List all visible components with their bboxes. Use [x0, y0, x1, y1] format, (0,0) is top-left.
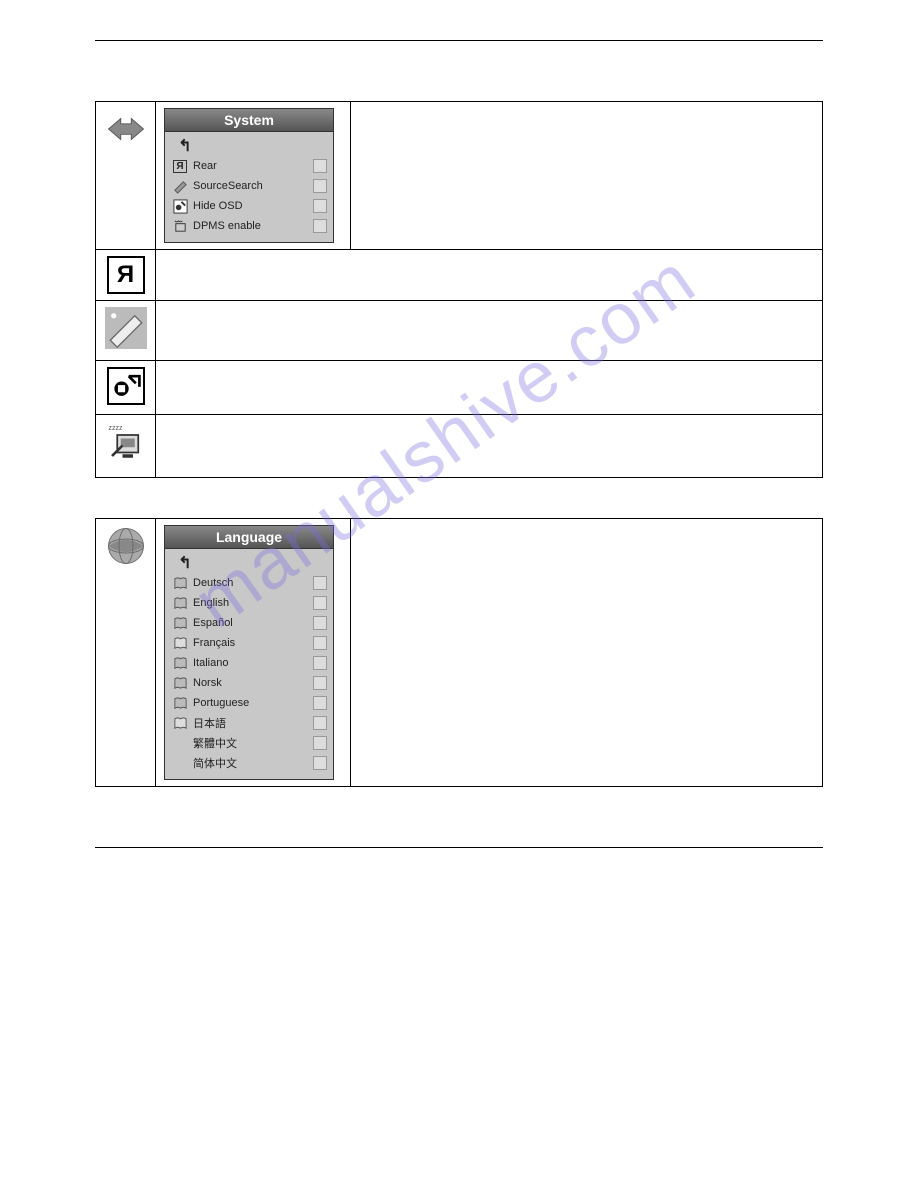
- dpms-icon-large: zzzz: [105, 450, 147, 467]
- rear-icon: Я: [171, 160, 189, 173]
- language-menu-table: Language ↰ Deutsch English Español Franç…: [95, 518, 823, 787]
- dpms-desc: DPMS enable: This turns on the Display P…: [156, 415, 823, 478]
- dpms-icon: [171, 219, 189, 234]
- language-osd-panel: Language ↰ Deutsch English Español Franç…: [164, 525, 334, 780]
- header-section: Using the On-Screen Menus: [697, 13, 823, 24]
- lang-item-english[interactable]: English: [171, 593, 327, 613]
- sourcesearch-checkbox[interactable]: [313, 179, 327, 193]
- back-arrow-icon: ↰: [171, 136, 189, 156]
- book-icon: [171, 656, 189, 671]
- sourcesearch-icon-cell: [96, 301, 156, 361]
- system-desc: This menu is for several system-related …: [351, 102, 823, 250]
- language-panel-title: Language: [165, 526, 333, 549]
- lang-item-deutsch[interactable]: Deutsch: [171, 573, 327, 593]
- system-item-dpms[interactable]: DPMS enable: [171, 216, 327, 236]
- lang-item-tchinese[interactable]: 繁體中文: [171, 733, 327, 753]
- svg-text:zzzz: zzzz: [108, 425, 123, 432]
- language-desc: Language menu: Navigate to the language …: [351, 519, 823, 787]
- telescope-icon: [171, 179, 189, 194]
- system-panel-title: System: [165, 109, 333, 132]
- hideosd-checkbox[interactable]: [313, 199, 327, 213]
- language-panel-cell: Language ↰ Deutsch English Español Franç…: [156, 519, 351, 787]
- lang-back-row[interactable]: ↰: [171, 553, 327, 573]
- book-icon: [171, 616, 189, 631]
- lang-item-schinese[interactable]: 简体中文: [171, 753, 327, 773]
- dpms-icon-cell: zzzz: [96, 415, 156, 478]
- book-icon: [171, 576, 189, 591]
- hideosd-icon-cell: [96, 361, 156, 415]
- rear-icon-cell: Я: [96, 250, 156, 301]
- hide-osd-icon-large: [107, 367, 145, 405]
- page-number: 22: [95, 852, 823, 864]
- back-arrow-icon: ↰: [171, 553, 189, 573]
- system-item-sourcesearch[interactable]: SourceSearch: [171, 176, 327, 196]
- book-icon: [171, 676, 189, 691]
- system-menu-table: System ↰ Я Rear SourceSearch: [95, 101, 823, 478]
- book-icon: [171, 596, 189, 611]
- system-icon-cell: [96, 102, 156, 250]
- language-icon-cell: [96, 519, 156, 787]
- rear-checkbox[interactable]: [313, 159, 327, 173]
- telescope-icon-large: [105, 336, 147, 353]
- book-icon: [171, 636, 189, 651]
- system-icon: [105, 137, 147, 154]
- globe-icon: [105, 554, 147, 571]
- system-panel-cell: System ↰ Я Rear SourceSearch: [156, 102, 351, 250]
- lang-item-portuguese[interactable]: Portuguese: [171, 693, 327, 713]
- lang-item-espanol[interactable]: Español: [171, 613, 327, 633]
- back-row[interactable]: ↰: [171, 136, 327, 156]
- book-icon: [171, 716, 189, 731]
- lang-item-norsk[interactable]: Norsk: [171, 673, 327, 693]
- system-item-rear[interactable]: Я Rear: [171, 156, 327, 176]
- rear-desc: Rear: When you turn Rear on, the project…: [156, 250, 823, 301]
- hideosd-desc: Hide OSD: This hides the on-screen displ…: [156, 361, 823, 415]
- rear-icon-large: Я: [107, 256, 145, 294]
- lang-item-francais[interactable]: Français: [171, 633, 327, 653]
- lang-item-italiano[interactable]: Italiano: [171, 653, 327, 673]
- dpms-checkbox[interactable]: [313, 219, 327, 233]
- system-osd-panel: System ↰ Я Rear SourceSearch: [164, 108, 334, 243]
- sourcesearch-desc: SourceSearch: When this feature is On, t…: [156, 301, 823, 361]
- book-icon: [171, 696, 189, 711]
- lang-item-japanese[interactable]: 日本語: [171, 713, 327, 733]
- hide-osd-icon: [171, 199, 189, 214]
- system-item-hideosd[interactable]: Hide OSD: [171, 196, 327, 216]
